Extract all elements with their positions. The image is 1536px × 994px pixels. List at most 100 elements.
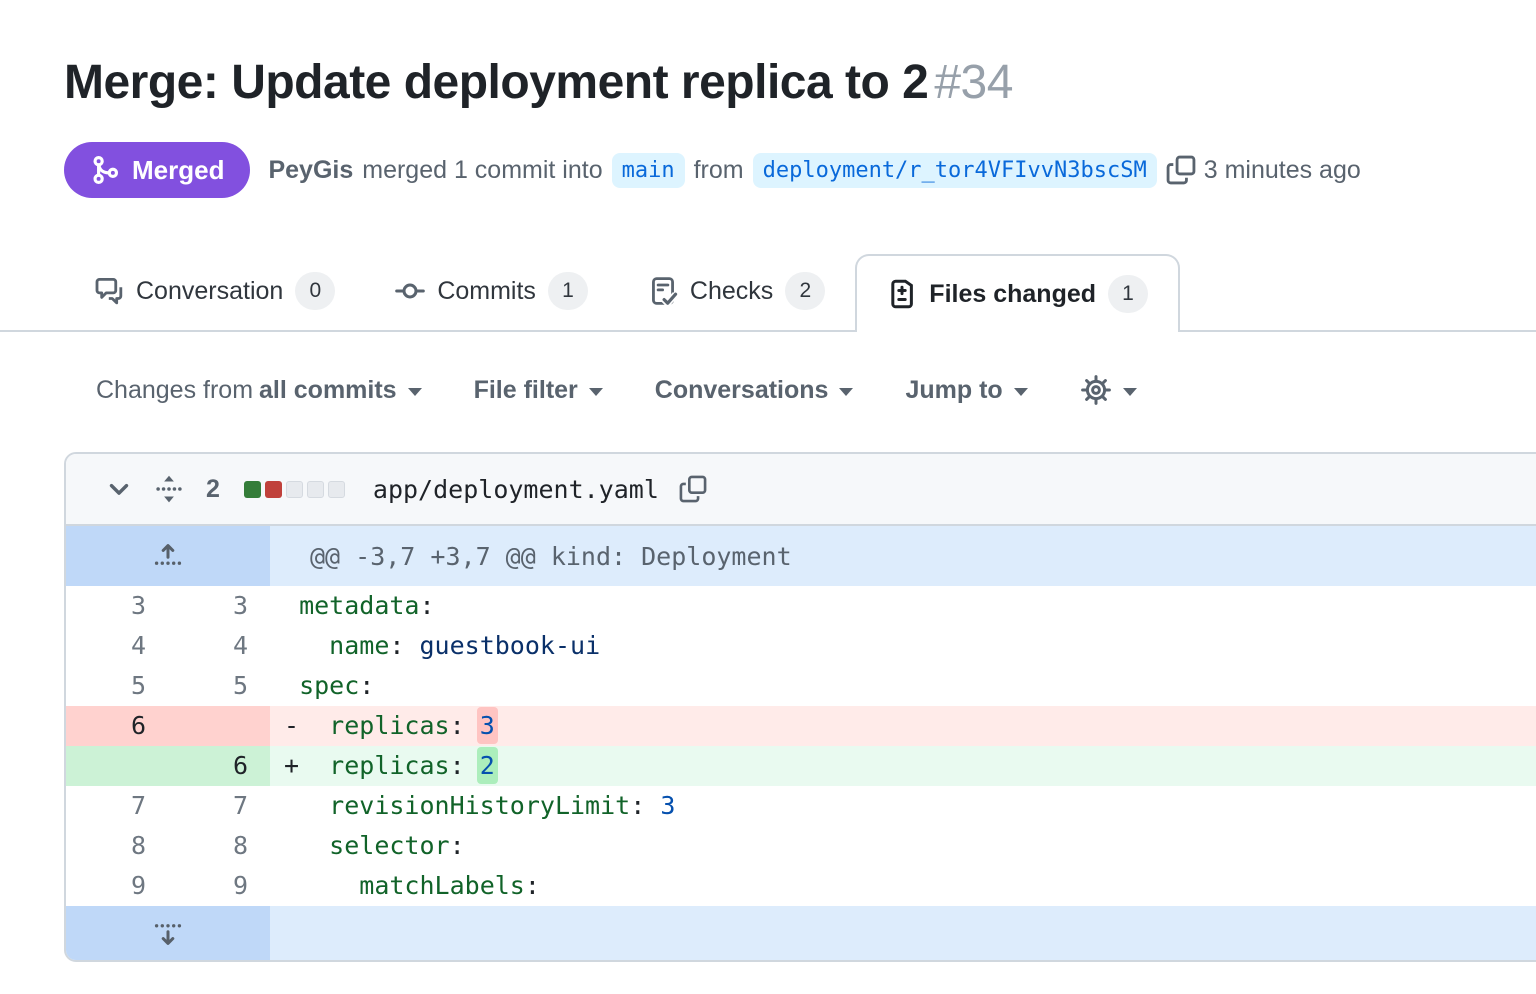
new-line-number[interactable]: 8 <box>168 826 270 866</box>
git-commit-icon <box>395 276 425 306</box>
from-text: from <box>694 156 744 185</box>
new-line-number[interactable]: 3 <box>168 586 270 626</box>
code-token: spec <box>299 671 359 700</box>
tab-commits[interactable]: Commits 1 <box>365 252 618 330</box>
code-token: : <box>450 751 480 780</box>
diffstat-square-empty <box>307 481 324 498</box>
base-branch-label[interactable]: main <box>612 153 685 188</box>
code-line: + replicas: 2 <box>270 746 1536 786</box>
old-line-number[interactable]: 4 <box>66 626 168 666</box>
expand-down-row <box>66 906 1536 960</box>
old-line-number[interactable]: 8 <box>66 826 168 866</box>
file-filter-dropdown[interactable]: File filter <box>474 376 603 405</box>
diff-marker <box>284 791 299 820</box>
code-token: : <box>450 711 480 740</box>
conversations-label: Conversations <box>655 376 829 405</box>
tab-counter: 1 <box>548 272 588 310</box>
chevron-down-icon <box>104 474 134 504</box>
merged-time: 3 minutes ago <box>1204 156 1361 185</box>
conversations-dropdown[interactable]: Conversations <box>655 376 854 405</box>
diff-row-add: 6+ replicas: 2 <box>66 746 1536 786</box>
old-line-number[interactable]: 7 <box>66 786 168 826</box>
expand-up-icon <box>152 540 184 572</box>
tab-counter: 1 <box>1108 275 1148 313</box>
old-line-number[interactable]: 3 <box>66 586 168 626</box>
diffstat-square-del <box>265 481 282 498</box>
diff-marker <box>284 631 299 660</box>
tab-files-changed[interactable]: Files changed 1 <box>855 254 1180 332</box>
expand-hunk-up-button[interactable] <box>66 526 270 586</box>
old-line-number[interactable]: 6 <box>66 706 168 746</box>
diff-marker: - <box>284 711 299 740</box>
pr-author[interactable]: PeyGis <box>268 156 353 185</box>
changed-lines-count: 2 <box>206 475 220 504</box>
code-token: matchLabels <box>359 871 525 900</box>
code-token <box>299 831 329 860</box>
code-line: selector: <box>270 826 1536 866</box>
diff-file-card: 2 app/deployment.yaml @@ -3, <box>64 452 1536 962</box>
page-title: Merge: Update deployment replica to 2#34 <box>64 54 1472 112</box>
diff-file-header: 2 app/deployment.yaml <box>66 454 1536 526</box>
tab-label: Commits <box>437 277 536 306</box>
copy-path-button[interactable] <box>679 475 707 503</box>
code-token: : <box>450 831 465 860</box>
code-line: - replicas: 3 <box>270 706 1536 746</box>
jump-to-dropdown[interactable]: Jump to <box>905 376 1027 405</box>
chevron-down-icon <box>1123 388 1137 396</box>
diffstat-square-add <box>244 481 261 498</box>
chevron-down-icon <box>1014 388 1028 396</box>
code-line: name: guestbook-ui <box>270 626 1536 666</box>
tab-checks[interactable]: Checks 2 <box>618 252 855 330</box>
expand-down-track <box>270 906 1536 960</box>
diff-marker <box>284 671 299 700</box>
code-token: 3 <box>660 791 675 820</box>
diff-toolbar: Changes from all commits File filter Con… <box>96 374 1536 406</box>
git-merge-icon <box>90 155 120 185</box>
code-line: revisionHistoryLimit: 3 <box>270 786 1536 826</box>
pr-title-text: Merge: Update deployment replica to 2 <box>64 56 928 109</box>
diff-marker <box>284 831 299 860</box>
copy-icon <box>1166 155 1196 185</box>
merged-badge-label: Merged <box>132 155 224 186</box>
tab-conversation[interactable]: Conversation 0 <box>64 252 365 330</box>
diffstat-square-empty <box>286 481 303 498</box>
code-token <box>299 791 329 820</box>
code-token: name <box>329 631 389 660</box>
diff-settings-dropdown[interactable] <box>1080 374 1137 406</box>
new-line-number[interactable]: 7 <box>168 786 270 826</box>
comment-discussion-icon <box>94 276 124 306</box>
new-line-number[interactable]: 5 <box>168 666 270 706</box>
new-line-number[interactable]: 4 <box>168 626 270 666</box>
drag-handle-icon[interactable] <box>154 474 184 504</box>
diff-row-context: 44 name: guestbook-ui <box>66 626 1536 666</box>
old-line-number[interactable]: 9 <box>66 866 168 906</box>
chevron-down-icon <box>408 388 422 396</box>
new-line-number[interactable]: 6 <box>168 746 270 786</box>
code-token: revisionHistoryLimit <box>329 791 630 820</box>
diff-row-context: 99 matchLabels: <box>66 866 1536 906</box>
new-line-number[interactable]: 9 <box>168 866 270 906</box>
code-line: spec: <box>270 666 1536 706</box>
tab-counter: 2 <box>785 272 825 310</box>
diff-row-context: 88 selector: <box>66 826 1536 866</box>
gear-icon <box>1080 374 1112 406</box>
expand-hunk-down-button[interactable] <box>66 906 270 960</box>
file-path[interactable]: app/deployment.yaml <box>373 475 659 504</box>
merged-action-text: merged 1 commit into <box>362 156 602 185</box>
code-token: replicas <box>329 711 449 740</box>
diff-row-context: 77 revisionHistoryLimit: 3 <box>66 786 1536 826</box>
old-line-number[interactable]: 5 <box>66 666 168 706</box>
diff-marker: + <box>284 751 299 780</box>
copy-branch-button[interactable] <box>1166 155 1196 185</box>
old-line-number[interactable] <box>66 746 168 786</box>
head-branch-label[interactable]: deployment/r_tor4VFIvvN3bscSM <box>753 153 1157 188</box>
diffstat-square-empty <box>328 481 345 498</box>
code-token <box>299 631 329 660</box>
tab-label: Checks <box>690 277 773 306</box>
code-line: metadata: <box>270 586 1536 626</box>
collapse-file-button[interactable] <box>104 474 134 504</box>
changes-from-label: Changes from <box>96 376 253 405</box>
new-line-number[interactable] <box>168 706 270 746</box>
code-token: : <box>359 671 374 700</box>
changes-from-dropdown[interactable]: Changes from all commits <box>96 376 422 405</box>
